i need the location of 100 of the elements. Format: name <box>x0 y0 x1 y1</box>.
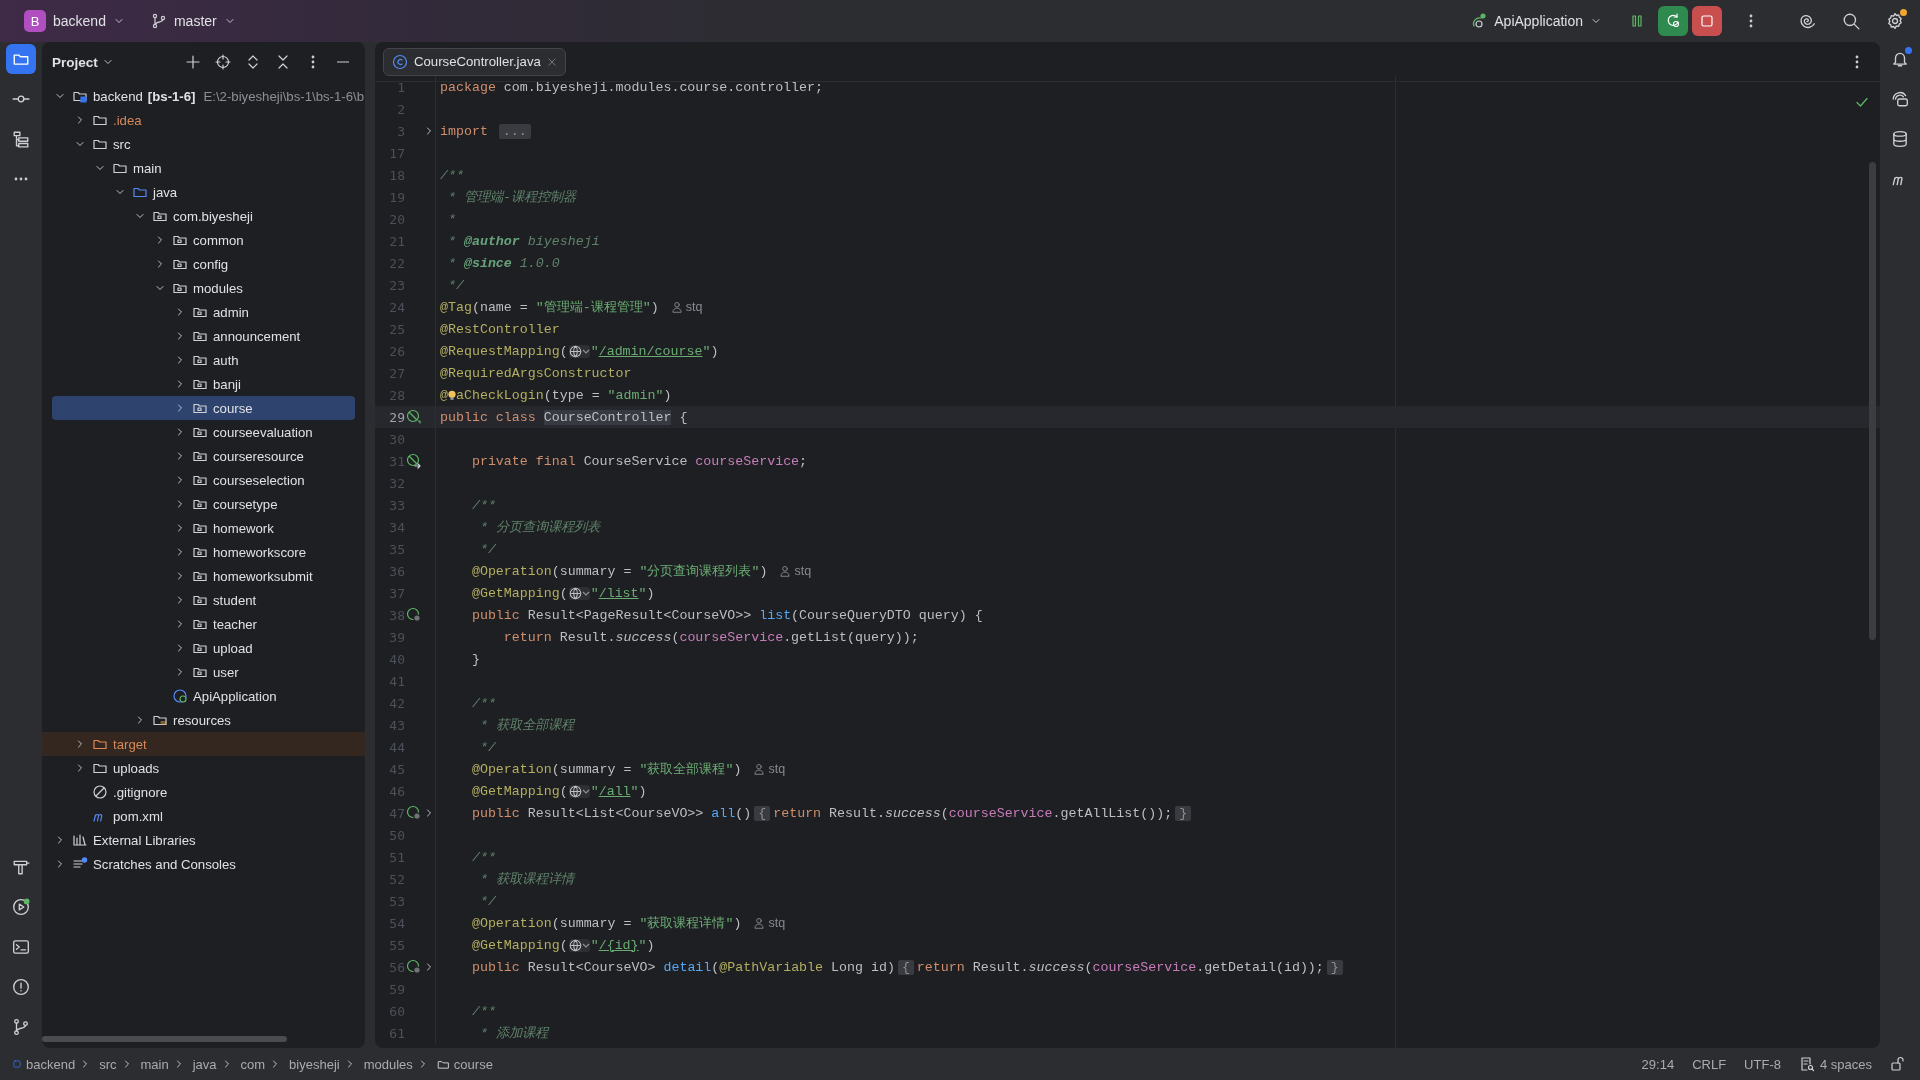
globe-icon[interactable] <box>568 938 590 952</box>
url-link[interactable]: /admin/course <box>598 343 703 359</box>
breadcrumb-item[interactable]: backend <box>26 1056 76 1072</box>
tree-item[interactable]: courseselection <box>42 468 365 492</box>
minimize-icon <box>336 61 350 63</box>
code-line: @GetMapping( "/all") <box>435 780 1880 802</box>
run-services-icon <box>12 898 30 916</box>
tree-item[interactable]: student <box>42 588 365 612</box>
person-icon <box>753 917 766 929</box>
breadcrumb-item[interactable]: com <box>240 1056 266 1072</box>
indent-setting[interactable]: 4 spaces <box>1819 1056 1872 1072</box>
person-icon <box>779 565 792 577</box>
tree-item[interactable]: java <box>42 180 365 204</box>
url-link[interactable]: /list <box>598 585 639 601</box>
code-line: import ... <box>435 120 1880 142</box>
run-configuration-selector[interactable]: ApiApplication <box>1465 9 1608 33</box>
author-hint[interactable]: stq <box>779 564 812 578</box>
globe-icon[interactable] <box>568 344 590 358</box>
code-line: @Operation(summary = "获取全部课程") stq <box>435 758 1880 780</box>
tree-item[interactable]: resources <box>42 708 365 732</box>
url-link[interactable]: /all <box>598 783 631 799</box>
tree-item[interactable]: External Libraries <box>42 828 365 852</box>
search-icon <box>1842 12 1860 30</box>
tree-item[interactable]: backend [bs-1-6] E:\2-biyesheji\bs-1\bs-1-6\b <box>42 84 365 108</box>
author-hint[interactable]: stq <box>670 300 703 314</box>
editor-tab[interactable]: CourseController.java <box>383 47 566 76</box>
web-endpoint-icon <box>406 805 422 821</box>
tree-item[interactable]: .idea <box>42 108 365 132</box>
tree-item[interactable]: coursetype <box>42 492 365 516</box>
vertical-scrollbar[interactable] <box>1869 162 1876 640</box>
breadcrumb-item[interactable]: java <box>192 1056 217 1072</box>
tree-item[interactable]: homeworkscore <box>42 540 365 564</box>
author-hint[interactable]: stq <box>753 762 786 776</box>
plus-icon <box>185 54 201 70</box>
tree-item[interactable]: uploads <box>42 756 365 780</box>
settings-icon <box>1886 12 1904 30</box>
rerun-debug-button[interactable] <box>1658 6 1688 36</box>
pause-icon <box>1629 13 1645 29</box>
tree-item[interactable]: courseevaluation <box>42 420 365 444</box>
tree-item[interactable]: homework <box>42 516 365 540</box>
crosshair-icon <box>215 54 231 70</box>
tree-item[interactable]: user <box>42 660 365 684</box>
tree-item[interactable]: admin <box>42 300 365 324</box>
project-tool-button[interactable] <box>6 44 36 74</box>
tree-item[interactable]: announcement <box>42 324 365 348</box>
bean-icon <box>406 409 422 425</box>
person-icon <box>753 763 766 775</box>
caret-position[interactable]: 29:14 <box>1641 1056 1675 1072</box>
horizontal-scrollbar[interactable] <box>42 1036 287 1042</box>
tree-item[interactable]: auth <box>42 348 365 372</box>
project-badge: B <box>24 10 46 32</box>
tree-item[interactable]: modules <box>42 276 365 300</box>
tree-item[interactable]: courseresource <box>42 444 365 468</box>
file-encoding[interactable]: UTF-8 <box>1744 1056 1781 1072</box>
breadcrumb-item[interactable]: src <box>99 1056 117 1072</box>
unlock-icon <box>1890 1056 1906 1072</box>
bell-icon <box>1891 50 1909 68</box>
tree-item[interactable]: course <box>52 396 355 420</box>
line-separator[interactable]: CRLF <box>1692 1056 1727 1072</box>
web-endpoint-icon <box>406 607 422 623</box>
bean-icon <box>406 453 422 469</box>
breadcrumb-item[interactable]: biyesheji <box>289 1056 340 1072</box>
tree-item[interactable]: target <box>42 732 365 756</box>
tree-item[interactable]: homeworksubmit <box>42 564 365 588</box>
tree-item[interactable]: banji <box>42 372 365 396</box>
tree-item[interactable]: teacher <box>42 612 365 636</box>
tree-item[interactable]: ApiApplication <box>42 684 365 708</box>
tree-item[interactable]: common <box>42 228 365 252</box>
url-link[interactable]: /{id} <box>598 937 639 953</box>
code-line: /** <box>435 1000 1880 1022</box>
ignore-file-icon <box>92 784 108 800</box>
class-icon <box>392 53 408 70</box>
tree-item[interactable]: upload <box>42 636 365 660</box>
tree-item[interactable]: config <box>42 252 365 276</box>
module-tag: [bs-1-6] <box>147 88 196 104</box>
branch-icon <box>12 1018 30 1036</box>
breadcrumb-item[interactable]: main <box>140 1056 169 1072</box>
tree-item[interactable]: pom.xml <box>42 804 365 828</box>
warning-icon <box>12 978 30 996</box>
stop-button[interactable] <box>1692 6 1722 36</box>
branch-selector[interactable]: master <box>144 9 242 33</box>
line-number: 29 <box>388 409 405 425</box>
lightbulb-icon[interactable] <box>448 388 456 402</box>
tree-item[interactable]: src <box>42 132 365 156</box>
tree-item[interactable]: Scratches and Consoles <box>42 852 365 876</box>
breadcrumb-item[interactable]: course <box>453 1056 493 1072</box>
breadcrumb-item[interactable]: modules <box>363 1056 413 1072</box>
tree-item[interactable]: main <box>42 156 365 180</box>
author-hint[interactable]: stq <box>753 916 786 930</box>
code-line: @Operation(summary = "获取课程详情") stq <box>435 912 1880 934</box>
tree-item[interactable]: com.biyesheji <box>42 204 365 228</box>
structure-icon <box>12 130 30 148</box>
folded-code[interactable]: ... <box>498 123 531 139</box>
globe-icon[interactable] <box>568 586 590 600</box>
project-view-selector[interactable]: Project <box>52 54 114 70</box>
tree-item[interactable]: .gitignore <box>42 780 365 804</box>
workspace-switcher[interactable]: B backend <box>18 6 131 36</box>
code-line: */ <box>435 736 1880 758</box>
branch-icon <box>150 13 167 29</box>
globe-icon[interactable] <box>568 784 590 798</box>
